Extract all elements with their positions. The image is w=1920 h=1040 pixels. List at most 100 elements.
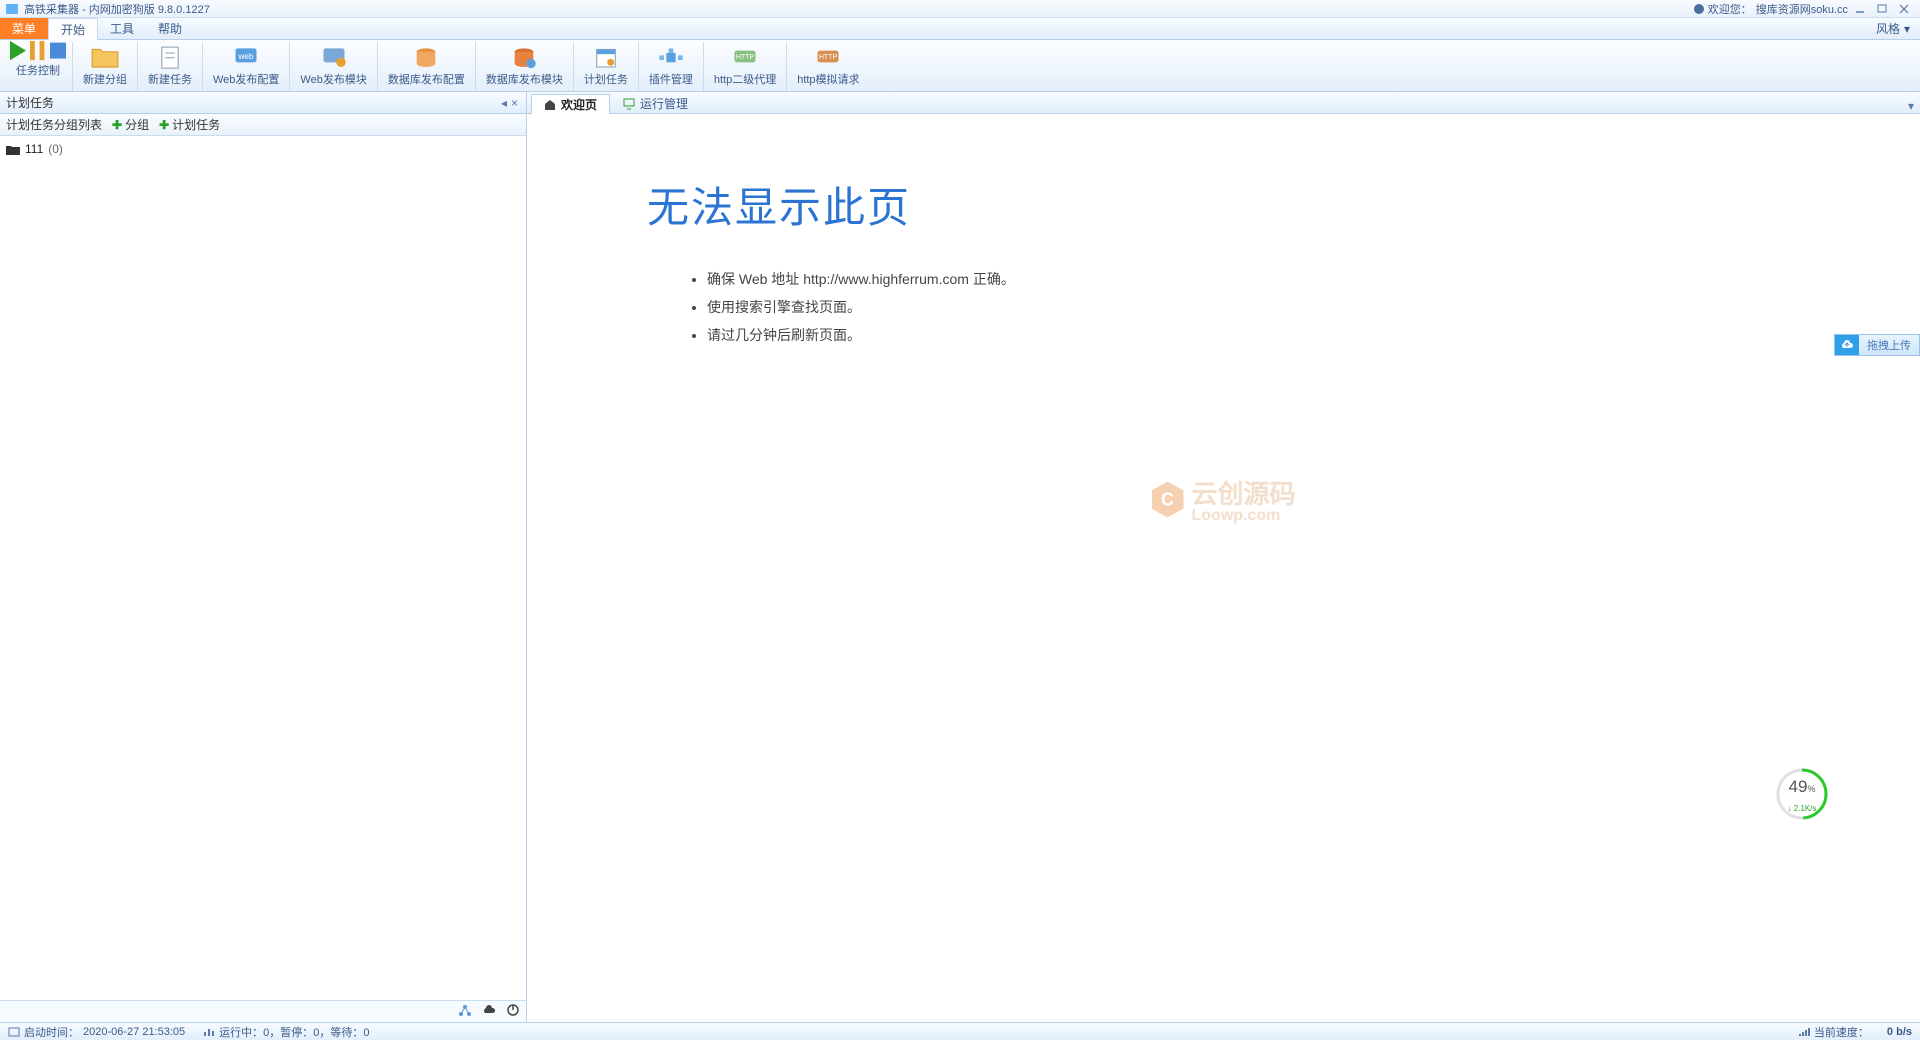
watermark-line1: 云创源码 <box>1191 474 1295 511</box>
title-bar: 高铁采集器 - 内网加密狗版 9.8.0.1227 欢迎您： 搜库资源网soku… <box>0 0 1920 18</box>
status-bar: 启动时间： 2020-06-27 21:53:05 运行中：0，暂停：0，等待：… <box>0 1022 1920 1040</box>
play-button[interactable] <box>10 42 26 60</box>
web-publish-config-button[interactable]: web Web发布配置 <box>203 42 290 91</box>
gauge-percent: 49% <box>1789 777 1816 797</box>
drag-upload-button[interactable]: 拖拽上传 <box>1834 334 1920 356</box>
tab-run-manage[interactable]: 运行管理 <box>610 93 701 113</box>
svg-text:HTTP: HTTP <box>819 54 838 61</box>
db-publish-module-button[interactable]: 数据库发布模块 <box>476 42 574 91</box>
plus-icon: ✚ <box>159 118 169 132</box>
speed-gauge[interactable]: 49% ↓ 2.1K/s <box>1774 766 1830 822</box>
error-list: 确保 Web 地址 http://www.highferrum.com 正确。 … <box>707 265 1015 349</box>
tab-run-manage-label: 运行管理 <box>640 95 688 112</box>
signal-icon <box>1798 1027 1810 1037</box>
web-config-icon: web <box>232 47 260 69</box>
ribbon-toolbar: 任务控制 新建分组 新建任务 web Web发布配置 Web发布模块 数据库发布… <box>0 40 1920 92</box>
status-start-time: 启动时间： 2020-06-27 21:53:05 <box>8 1024 185 1040</box>
minimize-button[interactable] <box>1850 2 1870 16</box>
new-group-button[interactable]: 新建分组 <box>73 42 138 91</box>
welcome-user: 搜库资源网soku.cc <box>1756 1 1848 17</box>
home-icon <box>544 99 556 111</box>
left-panel-header: 计划任务 ◂ × <box>0 92 526 114</box>
folder-open-icon <box>6 144 20 155</box>
bars-icon <box>203 1027 215 1037</box>
svg-text:web: web <box>238 52 254 61</box>
cloud-icon[interactable] <box>482 1004 496 1019</box>
menu-gongju[interactable]: 工具 <box>98 18 146 39</box>
gauge-speed: ↓ 2.1K/s <box>1788 804 1817 813</box>
main-area: 计划任务 ◂ × 计划任务分组列表 ✚分组 ✚计划任务 111 (0) <box>0 92 1920 1022</box>
close-button[interactable] <box>1894 2 1914 16</box>
add-plantask-button[interactable]: ✚计划任务 <box>159 116 220 133</box>
user-area: 欢迎您： 搜库资源网soku.cc <box>1694 1 1848 17</box>
welcome-prefix: 欢迎您： <box>1708 1 1752 17</box>
content-area: 无法显示此页 确保 Web 地址 http://www.highferrum.c… <box>527 114 1920 1022</box>
error-heading: 无法显示此页 <box>647 174 1015 235</box>
status-speed-value: 0 b/s <box>1887 1026 1912 1038</box>
left-panel-title: 计划任务 <box>6 94 54 111</box>
group-list-label: 计划任务分组列表 <box>6 116 102 133</box>
left-panel: 计划任务 ◂ × 计划任务分组列表 ✚分组 ✚计划任务 111 (0) <box>0 92 527 1022</box>
menu-caidan[interactable]: 菜单 <box>0 18 48 39</box>
tree-item-name: 111 <box>25 142 43 156</box>
left-arrow-button[interactable]: ◂ <box>499 96 509 110</box>
database-module-icon <box>510 47 538 69</box>
task-control-label: 任务控制 <box>16 62 60 78</box>
folder-icon <box>91 47 119 69</box>
watermark-line2: Loowp.com <box>1191 507 1295 525</box>
power-icon[interactable] <box>506 1004 520 1019</box>
pause-button[interactable] <box>30 42 46 60</box>
left-panel-toolbar: 计划任务分组列表 ✚分组 ✚计划任务 <box>0 114 526 136</box>
plan-task-button[interactable]: 计划任务 <box>574 42 639 91</box>
http-proxy-button[interactable]: HTTP http二级代理 <box>704 42 787 91</box>
web-publish-module-button[interactable]: Web发布模块 <box>290 42 377 91</box>
user-icon <box>1694 4 1704 14</box>
network-icon[interactable] <box>458 1004 472 1019</box>
menu-kaishi[interactable]: 开始 <box>48 18 98 40</box>
document-icon <box>156 47 184 69</box>
plugin-manage-button[interactable]: 插件管理 <box>639 42 704 91</box>
right-panel: 欢迎页 运行管理 ▾ 无法显示此页 确保 Web 地址 http://www.h… <box>527 92 1920 1022</box>
web-module-icon <box>320 47 348 69</box>
error-page: 无法显示此页 确保 Web 地址 http://www.highferrum.c… <box>647 174 1015 349</box>
tab-welcome-label: 欢迎页 <box>561 96 597 113</box>
chevron-down-icon: ▾ <box>1904 22 1910 36</box>
error-bullet: 请过几分钟后刷新页面。 <box>707 321 1015 349</box>
app-icon <box>6 4 18 14</box>
tab-welcome[interactable]: 欢迎页 <box>531 94 610 114</box>
window-title: 高铁采集器 - 内网加密狗版 9.8.0.1227 <box>24 1 210 17</box>
plus-icon: ✚ <box>112 118 122 132</box>
group-tree: 111 (0) <box>0 136 526 1000</box>
cloud-upload-icon <box>1835 335 1859 355</box>
db-publish-config-button[interactable]: 数据库发布配置 <box>378 42 476 91</box>
http-request-icon: HTTP <box>814 47 842 69</box>
status-run-stats: 运行中：0，暂停：0，等待：0 <box>203 1024 369 1040</box>
database-config-icon <box>412 47 440 69</box>
monitor-icon <box>623 98 635 110</box>
upload-button-label: 拖拽上传 <box>1859 337 1919 353</box>
error-bullet: 使用搜索引擎查找页面。 <box>707 293 1015 321</box>
style-dropdown[interactable]: 风格 ▾ <box>1876 18 1920 39</box>
plugin-icon <box>657 47 685 69</box>
http-proxy-icon: HTTP <box>731 47 759 69</box>
watermark-logo-icon <box>1151 482 1183 518</box>
maximize-button[interactable] <box>1872 2 1892 16</box>
http-request-button[interactable]: HTTP http模拟请求 <box>787 42 869 91</box>
watermark: 云创源码 Loowp.com <box>1151 474 1295 525</box>
status-speed: 当前速度： <box>1798 1024 1869 1040</box>
close-panel-button[interactable]: × <box>509 96 520 110</box>
menu-bangzhu[interactable]: 帮助 <box>146 18 194 39</box>
svg-text:HTTP: HTTP <box>736 54 755 61</box>
stop-button[interactable] <box>50 42 66 60</box>
tree-item-count: (0) <box>48 142 63 156</box>
task-control-group: 任务控制 <box>4 42 73 91</box>
add-group-button[interactable]: ✚分组 <box>112 116 149 133</box>
error-bullet: 确保 Web 地址 http://www.highferrum.com 正确。 <box>707 265 1015 293</box>
tree-item[interactable]: 111 (0) <box>6 140 520 158</box>
new-task-button[interactable]: 新建任务 <box>138 42 203 91</box>
content-tabs: 欢迎页 运行管理 ▾ <box>527 92 1920 114</box>
style-label: 风格 <box>1876 20 1900 37</box>
calendar-icon <box>592 47 620 69</box>
menu-bar: 菜单 开始 工具 帮助 风格 ▾ <box>0 18 1920 40</box>
tabs-dropdown[interactable]: ▾ <box>1902 99 1920 113</box>
